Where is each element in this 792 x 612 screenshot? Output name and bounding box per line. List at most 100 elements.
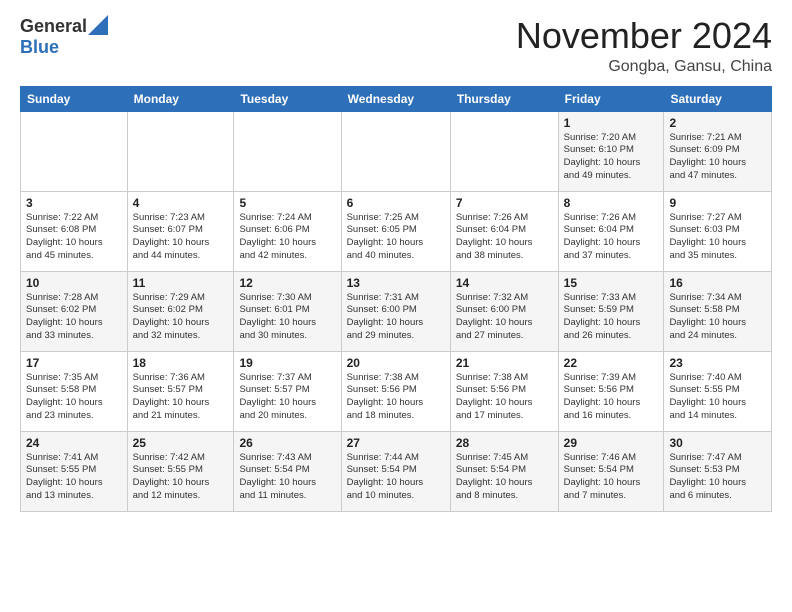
day-number: 27 — [347, 436, 445, 450]
weekday-header-sunday: Sunday — [21, 86, 128, 111]
day-info: Sunrise: 7:26 AMSunset: 6:04 PMDaylight:… — [456, 212, 553, 263]
day-info: Sunrise: 7:36 AMSunset: 5:57 PMDaylight:… — [133, 372, 229, 423]
calendar-cell — [450, 111, 558, 191]
weekday-header-friday: Friday — [558, 86, 664, 111]
logo: General Blue — [20, 16, 108, 58]
calendar-cell: 29Sunrise: 7:46 AMSunset: 5:54 PMDayligh… — [558, 431, 664, 511]
day-info: Sunrise: 7:25 AMSunset: 6:05 PMDaylight:… — [347, 212, 445, 263]
title-area: November 2024 Gongba, Gansu, China — [516, 16, 772, 76]
day-info: Sunrise: 7:33 AMSunset: 5:59 PMDaylight:… — [564, 292, 659, 343]
day-info: Sunrise: 7:45 AMSunset: 5:54 PMDaylight:… — [456, 452, 553, 503]
day-number: 5 — [239, 196, 335, 210]
calendar-cell: 19 Sunrise: 7:37 AMSunset: 5:57 PMDayligh… — [234, 351, 341, 431]
calendar-cell: 13Sunrise: 7:31 AMSunset: 6:00 PMDayligh… — [341, 271, 450, 351]
page: General Blue November 2024 Gongba, Gansu… — [0, 0, 792, 612]
day-number: 3 — [26, 196, 122, 210]
day-info: Sunrise: 7:26 AMSunset: 6:04 PMDaylight:… — [564, 212, 659, 263]
day-info: Sunrise: 7:38 AMSunset: 5:56 PMDaylight:… — [347, 372, 445, 423]
location-subtitle: Gongba, Gansu, China — [516, 58, 772, 76]
day-info: Sunrise: 7:47 AMSunset: 5:53 PMDaylight:… — [669, 452, 766, 503]
calendar-cell: 7 Sunrise: 7:26 AMSunset: 6:04 PMDaylight… — [450, 191, 558, 271]
day-info: Sunrise: 7:22 AMSunset: 6:08 PMDaylight:… — [26, 212, 122, 263]
weekday-header-wednesday: Wednesday — [341, 86, 450, 111]
day-number: 20 — [347, 356, 445, 370]
day-info: Sunrise: 7:34 AMSunset: 5:58 PMDaylight:… — [669, 292, 766, 343]
day-info: Sunrise: 7:32 AMSunset: 6:00 PMDaylight:… — [456, 292, 553, 343]
calendar-cell: 2 Sunrise: 7:21 AMSunset: 6:09 PMDaylight… — [664, 111, 772, 191]
day-info: Sunrise: 7:27 AMSunset: 6:03 PMDaylight:… — [669, 212, 766, 263]
calendar-cell: 1 Sunrise: 7:20 AMSunset: 6:10 PMDaylight… — [558, 111, 664, 191]
calendar-cell: 8 Sunrise: 7:26 AMSunset: 6:04 PMDaylight… — [558, 191, 664, 271]
day-info: Sunrise: 7:43 AMSunset: 5:54 PMDaylight:… — [239, 452, 335, 503]
calendar-cell: 28 Sunrise: 7:45 AMSunset: 5:54 PMDayligh… — [450, 431, 558, 511]
calendar-cell: 10 Sunrise: 7:28 AMSunset: 6:02 PMDayligh… — [21, 271, 128, 351]
calendar-cell: 24Sunrise: 7:41 AMSunset: 5:55 PMDayligh… — [21, 431, 128, 511]
day-number: 2 — [669, 116, 766, 130]
day-info: Sunrise: 7:30 AMSunset: 6:01 PMDaylight:… — [239, 292, 335, 343]
calendar-cell: 20 Sunrise: 7:38 AMSunset: 5:56 PMDayligh… — [341, 351, 450, 431]
day-info: Sunrise: 7:44 AMSunset: 5:54 PMDaylight:… — [347, 452, 445, 503]
calendar-cell: 5 Sunrise: 7:24 AMSunset: 6:06 PMDaylight… — [234, 191, 341, 271]
calendar-cell: 12 Sunrise: 7:30 AMSunset: 6:01 PMDayligh… — [234, 271, 341, 351]
day-number: 16 — [669, 276, 766, 290]
calendar-cell: 14 Sunrise: 7:32 AMSunset: 6:00 PMDayligh… — [450, 271, 558, 351]
calendar-cell: 4Sunrise: 7:23 AMSunset: 6:07 PMDaylight… — [127, 191, 234, 271]
weekday-header-monday: Monday — [127, 86, 234, 111]
day-number: 9 — [669, 196, 766, 210]
calendar-cell: 18 Sunrise: 7:36 AMSunset: 5:57 PMDayligh… — [127, 351, 234, 431]
calendar-cell — [21, 111, 128, 191]
calendar-cell: 9 Sunrise: 7:27 AMSunset: 6:03 PMDaylight… — [664, 191, 772, 271]
day-number: 15 — [564, 276, 659, 290]
day-number: 21 — [456, 356, 553, 370]
day-number: 29 — [564, 436, 659, 450]
day-number: 28 — [456, 436, 553, 450]
day-number: 19 — [239, 356, 335, 370]
day-info: Sunrise: 7:21 AMSunset: 6:09 PMDaylight:… — [669, 132, 766, 183]
day-number: 7 — [456, 196, 553, 210]
calendar-cell: 6 Sunrise: 7:25 AMSunset: 6:05 PMDaylight… — [341, 191, 450, 271]
calendar-cell: 25 Sunrise: 7:42 AMSunset: 5:55 PMDayligh… — [127, 431, 234, 511]
calendar-cell: 16 Sunrise: 7:34 AMSunset: 5:58 PMDayligh… — [664, 271, 772, 351]
calendar-week-4: 17 Sunrise: 7:35 AMSunset: 5:58 PMDayligh… — [21, 351, 772, 431]
day-number: 18 — [133, 356, 229, 370]
calendar-cell — [234, 111, 341, 191]
calendar-cell — [127, 111, 234, 191]
logo-blue-text: Blue — [20, 37, 59, 57]
calendar-week-2: 3 Sunrise: 7:22 AMSunset: 6:08 PMDaylight… — [21, 191, 772, 271]
day-number: 13 — [347, 276, 445, 290]
calendar-cell: 17 Sunrise: 7:35 AMSunset: 5:58 PMDayligh… — [21, 351, 128, 431]
header: General Blue November 2024 Gongba, Gansu… — [20, 16, 772, 76]
day-info: Sunrise: 7:38 AMSunset: 5:56 PMDaylight:… — [456, 372, 553, 423]
day-info: Sunrise: 7:28 AMSunset: 6:02 PMDaylight:… — [26, 292, 122, 343]
day-number: 1 — [564, 116, 659, 130]
day-number: 12 — [239, 276, 335, 290]
calendar-week-3: 10 Sunrise: 7:28 AMSunset: 6:02 PMDayligh… — [21, 271, 772, 351]
calendar-cell: 11Sunrise: 7:29 AMSunset: 6:02 PMDayligh… — [127, 271, 234, 351]
day-number: 14 — [456, 276, 553, 290]
logo-general-text: General — [20, 16, 87, 37]
day-info: Sunrise: 7:35 AMSunset: 5:58 PMDaylight:… — [26, 372, 122, 423]
weekday-header-thursday: Thursday — [450, 86, 558, 111]
day-info: Sunrise: 7:23 AMSunset: 6:07 PMDaylight:… — [133, 212, 229, 263]
day-number: 30 — [669, 436, 766, 450]
day-number: 26 — [239, 436, 335, 450]
day-number: 25 — [133, 436, 229, 450]
calendar-cell: 22Sunrise: 7:39 AMSunset: 5:56 PMDayligh… — [558, 351, 664, 431]
calendar-week-5: 24Sunrise: 7:41 AMSunset: 5:55 PMDayligh… — [21, 431, 772, 511]
calendar-cell: 15 Sunrise: 7:33 AMSunset: 5:59 PMDayligh… — [558, 271, 664, 351]
calendar-cell: 23 Sunrise: 7:40 AMSunset: 5:55 PMDayligh… — [664, 351, 772, 431]
logo-icon — [88, 15, 108, 35]
day-info: Sunrise: 7:24 AMSunset: 6:06 PMDaylight:… — [239, 212, 335, 263]
day-info: Sunrise: 7:42 AMSunset: 5:55 PMDaylight:… — [133, 452, 229, 503]
day-number: 10 — [26, 276, 122, 290]
month-title: November 2024 — [516, 16, 772, 56]
day-number: 17 — [26, 356, 122, 370]
day-number: 23 — [669, 356, 766, 370]
calendar-cell — [341, 111, 450, 191]
weekday-header-tuesday: Tuesday — [234, 86, 341, 111]
day-info: Sunrise: 7:40 AMSunset: 5:55 PMDaylight:… — [669, 372, 766, 423]
day-number: 6 — [347, 196, 445, 210]
day-number: 8 — [564, 196, 659, 210]
day-info: Sunrise: 7:37 AMSunset: 5:57 PMDaylight:… — [239, 372, 335, 423]
day-info: Sunrise: 7:20 AMSunset: 6:10 PMDaylight:… — [564, 132, 659, 183]
